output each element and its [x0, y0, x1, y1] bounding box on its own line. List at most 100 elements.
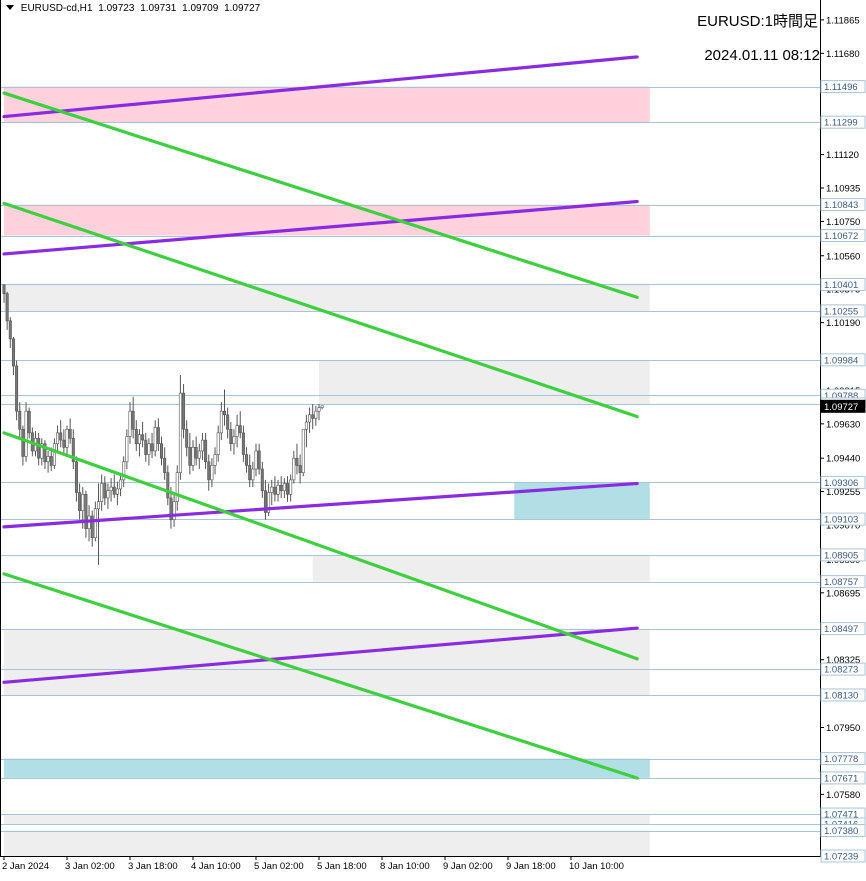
x-tick-label: 5 Jan 18:00	[317, 861, 367, 872]
candle-body	[279, 484, 283, 492]
candle-body	[200, 439, 204, 452]
candle-body	[147, 443, 151, 455]
candle-body	[292, 457, 296, 481]
dropdown-triangle-icon[interactable]	[6, 5, 14, 10]
x-tick-label: 2 Jan 2024	[2, 861, 49, 872]
candle-body	[81, 494, 85, 511]
x-tick-label: 5 Jan 02:00	[254, 861, 304, 872]
candle-body	[68, 428, 72, 439]
zone-supply	[4, 86, 650, 123]
level-label: 1.10401	[824, 280, 858, 291]
chart-header: EURUSD-cd,H1 1.09723 1.09731 1.09709 1.0…	[6, 3, 263, 14]
candle-body	[109, 486, 113, 492]
candle-body	[185, 428, 189, 448]
candle-body	[103, 483, 107, 499]
level-label: 1.09984	[824, 355, 858, 366]
candle-body	[15, 365, 19, 412]
level-label: 1.08130	[824, 690, 858, 701]
y-tick-label: 1.11865	[826, 15, 860, 26]
candle-body	[301, 428, 305, 473]
candle-body	[150, 443, 154, 452]
candle-body	[223, 410, 227, 416]
level-label: 1.11496	[824, 82, 858, 93]
candle-body	[160, 443, 164, 459]
timestamp-label: 2024.01.11 08:12	[704, 47, 820, 64]
current-price-label: 1.09727	[824, 402, 858, 413]
candle-body	[21, 428, 25, 457]
ohlc-low: 1.09709	[182, 3, 219, 14]
candle-body	[27, 410, 31, 434]
candle-body	[204, 439, 208, 463]
candle-body	[2, 284, 6, 295]
x-tick-label: 9 Jan 18:00	[506, 861, 556, 872]
candle-body	[320, 405, 324, 408]
candle-body	[295, 457, 299, 466]
candle-body	[245, 454, 249, 466]
candle-body	[257, 450, 261, 470]
candle-body	[112, 486, 116, 495]
candle-body	[128, 410, 132, 437]
ohlc-open: 1.09723	[98, 3, 135, 14]
candle-body	[229, 428, 233, 445]
candle-body	[314, 410, 318, 419]
candle-body	[248, 465, 252, 481]
level-label: 1.08757	[824, 577, 858, 588]
level-label: 1.07671	[824, 773, 858, 784]
level-label: 1.09103	[824, 515, 858, 526]
price-chart: 1.11865 1.11680 1.11120 1.10935 1.10750 1.105…	[0, 0, 866, 876]
candle-body	[226, 414, 230, 430]
symbol-label: EURUSD-cd,H1	[20, 3, 93, 14]
candle-body	[232, 436, 236, 445]
candle-body	[141, 434, 145, 441]
candle-body	[194, 447, 198, 459]
candle-body	[213, 454, 217, 466]
candle-body	[210, 465, 214, 481]
candle-body	[97, 501, 101, 510]
candle-body	[219, 410, 223, 434]
x-tick-label: 3 Jan 18:00	[128, 861, 178, 872]
candle-body	[308, 414, 312, 423]
chart-frame: 1.11865 1.11680 1.11120 1.10935 1.10750 1.105…	[0, 0, 866, 876]
candle-body	[172, 501, 176, 520]
zone-range	[4, 284, 650, 311]
candle-body	[254, 450, 258, 470]
candle-body	[59, 432, 63, 441]
y-tick-label: 1.09630	[826, 419, 860, 430]
candle-body	[178, 392, 182, 473]
candle-body	[238, 425, 242, 434]
candle-body	[137, 434, 141, 445]
level-label: 1.07778	[824, 754, 858, 765]
x-tick-label: 9 Jan 02:00	[443, 861, 493, 872]
candle-body	[289, 479, 293, 495]
candle-body	[282, 483, 286, 492]
x-tick-label: 10 Jan 10:00	[569, 861, 624, 872]
level-label: 1.07239	[824, 852, 858, 863]
level-label: 1.08497	[824, 624, 858, 635]
candle-body	[65, 428, 69, 448]
candle-body	[166, 472, 170, 499]
candle-body	[11, 338, 15, 367]
candle-body	[74, 461, 78, 493]
zone-range	[312, 554, 650, 582]
candle-body	[153, 427, 157, 452]
y-tick-label: 1.09440	[826, 454, 860, 465]
zone-range	[4, 628, 650, 695]
candle-body	[270, 486, 274, 493]
y-tick-label: 1.10750	[826, 217, 860, 228]
candle-body	[106, 490, 110, 499]
candle-body	[100, 483, 104, 502]
level-label: 1.11299	[824, 118, 858, 129]
candle-body	[134, 428, 138, 445]
level-label: 1.07380	[824, 826, 858, 837]
candle-body	[119, 479, 123, 490]
y-tick-label: 1.11680	[826, 49, 860, 60]
ohlc-high: 1.09731	[140, 3, 177, 14]
y-tick-label: 1.07950	[826, 723, 860, 734]
y-tick-label: 1.10190	[826, 318, 860, 329]
y-tick-label: 1.10935	[826, 183, 860, 194]
candle-body	[163, 457, 167, 473]
level-label: 1.09306	[824, 478, 858, 489]
candle-body	[260, 468, 264, 492]
level-label: 1.08273	[824, 665, 858, 676]
candle-body	[78, 492, 82, 511]
